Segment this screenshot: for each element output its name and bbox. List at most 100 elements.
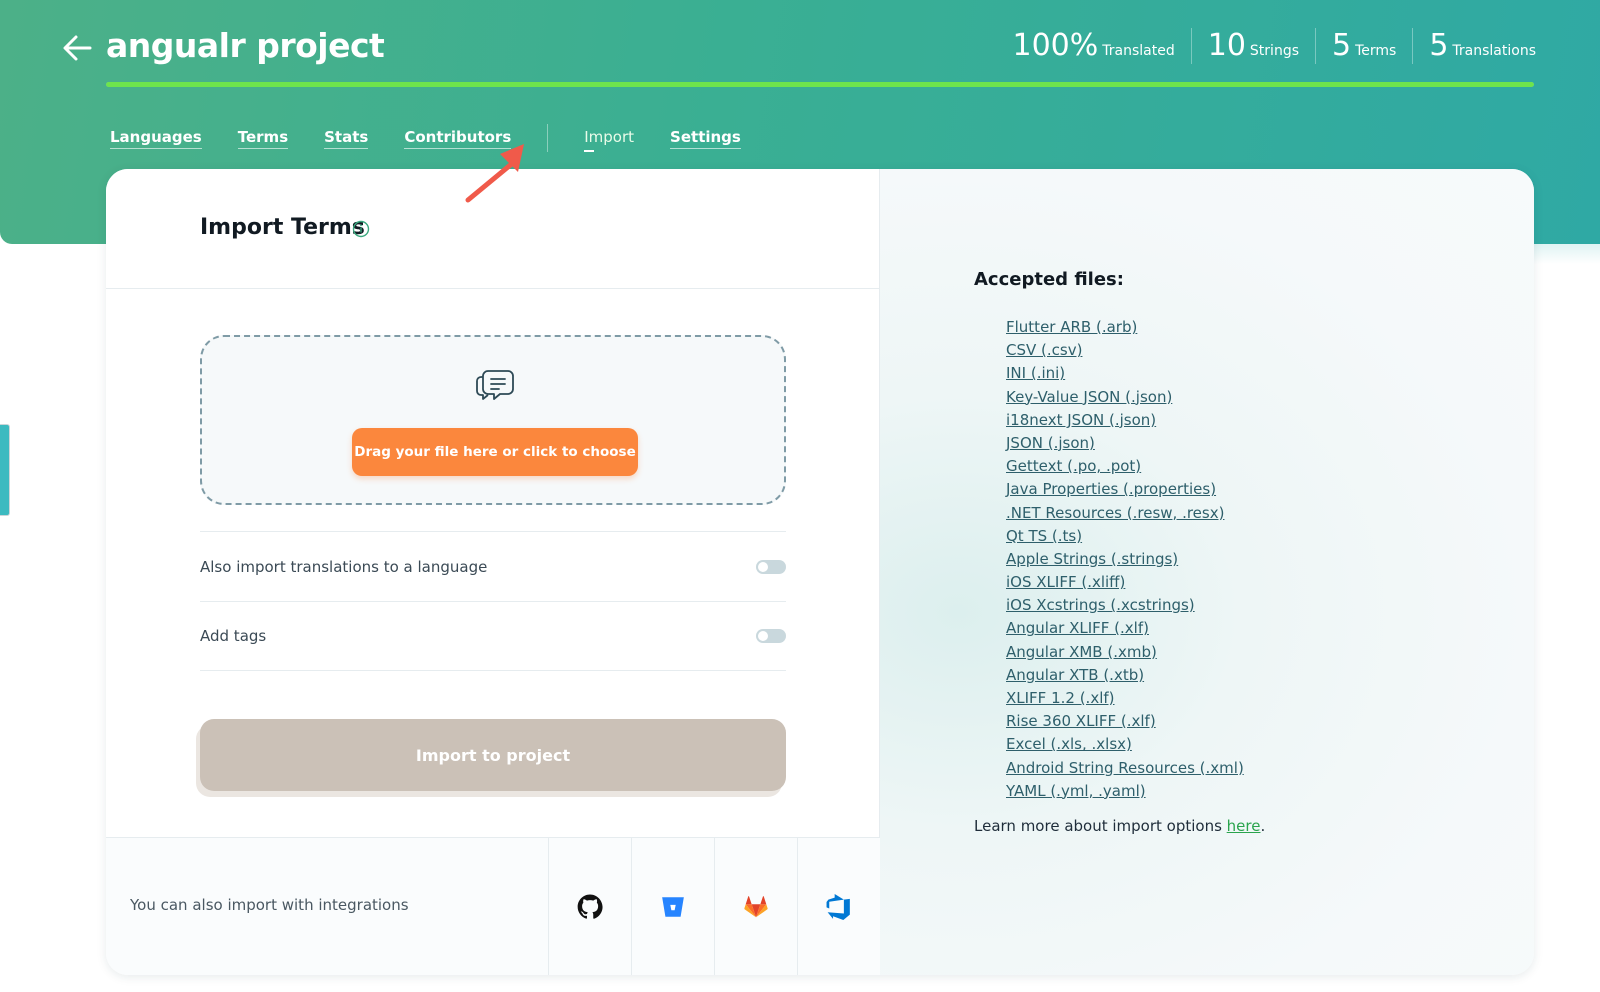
accepted-file-link[interactable]: Rise 360 XLIFF (.xlf)	[1006, 712, 1156, 730]
project-title: angualr project	[106, 26, 385, 65]
azure-devops-integration-button[interactable]	[797, 838, 880, 975]
tab-settings[interactable]: Settings	[670, 128, 741, 149]
file-dropzone[interactable]: Drag your file here or click to choose	[200, 335, 786, 505]
stat-value: 100%	[1012, 28, 1099, 63]
accepted-file-link[interactable]: Apple Strings (.strings)	[1006, 550, 1178, 568]
stat-value: 10	[1207, 28, 1246, 63]
info-icon[interactable]	[352, 220, 370, 238]
accepted-file-link[interactable]: Qt TS (.ts)	[1006, 527, 1082, 545]
accepted-file-link[interactable]: iOS Xcstrings (.xcstrings)	[1006, 596, 1195, 614]
stat-label: Strings	[1249, 43, 1299, 59]
stat-value: 5	[1332, 28, 1352, 63]
accepted-file-item: Excel (.xls, .xlsx)	[1006, 732, 1244, 755]
stat-terms: 5 Terms	[1315, 28, 1412, 64]
stat-label: Terms	[1355, 43, 1397, 59]
accepted-file-item: Qt TS (.ts)	[1006, 524, 1244, 547]
accepted-files-panel: Accepted files: Flutter ARB (.arb) CSV (.…	[880, 169, 1534, 975]
banner-strip	[1532, 244, 1600, 264]
stat-translations: 5 Translations	[1412, 28, 1536, 64]
stat-translated: 100% Translated	[996, 28, 1190, 64]
accepted-file-link[interactable]: YAML (.yml, .yaml)	[1006, 782, 1146, 800]
accepted-file-link[interactable]: Key-Value JSON (.json)	[1006, 388, 1172, 406]
accepted-file-item: .NET Resources (.resw, .resx)	[1006, 501, 1244, 524]
add-tags-toggle[interactable]	[756, 629, 786, 643]
translation-progress-bar	[106, 82, 1534, 87]
import-translations-toggle[interactable]	[756, 559, 786, 574]
accepted-file-link[interactable]: Java Properties (.properties)	[1006, 480, 1216, 498]
gitlab-icon	[744, 896, 768, 918]
tab-languages[interactable]: Languages	[110, 128, 202, 149]
accepted-file-item: Angular XTB (.xtb)	[1006, 663, 1244, 686]
accepted-file-link[interactable]: Flutter ARB (.arb)	[1006, 318, 1137, 336]
accepted-file-item: Angular XMB (.xmb)	[1006, 640, 1244, 663]
learn-more-text: Learn more about import options here.	[974, 817, 1265, 835]
accepted-file-item: Key-Value JSON (.json)	[1006, 385, 1244, 408]
option-row-translations: Also import translations to a language	[200, 531, 786, 601]
import-title: Import Terms	[200, 215, 365, 240]
accepted-file-item: JSON (.json)	[1006, 431, 1244, 454]
import-form-panel: Import Terms Drag your file here or clic…	[106, 169, 880, 975]
accepted-file-item: i18next JSON (.json)	[1006, 408, 1244, 431]
accepted-file-link[interactable]: Gettext (.po, .pot)	[1006, 457, 1141, 475]
accepted-file-link[interactable]: Excel (.xls, .xlsx)	[1006, 735, 1132, 753]
accepted-file-item: Flutter ARB (.arb)	[1006, 315, 1244, 338]
tab-terms[interactable]: Terms	[237, 128, 289, 149]
accepted-file-link[interactable]: iOS XLIFF (.xliff)	[1006, 573, 1125, 591]
tab-stats[interactable]: Stats	[324, 128, 369, 149]
github-integration-button[interactable]	[548, 838, 631, 975]
accepted-file-item: CSV (.csv)	[1006, 338, 1244, 361]
integrations-bar: You can also import with integrations	[106, 837, 880, 975]
accepted-file-item: Apple Strings (.strings)	[1006, 547, 1244, 570]
accepted-file-item: iOS XLIFF (.xliff)	[1006, 570, 1244, 593]
learn-more-suffix: .	[1260, 817, 1266, 835]
back-arrow-icon[interactable]	[60, 30, 96, 66]
accepted-file-link[interactable]: Angular XMB (.xmb)	[1006, 643, 1157, 661]
bitbucket-icon	[662, 897, 684, 917]
accepted-file-link[interactable]: INI (.ini)	[1006, 364, 1065, 382]
nav-divider	[547, 124, 549, 152]
accepted-file-item: INI (.ini)	[1006, 361, 1244, 384]
accepted-file-item: Gettext (.po, .pot)	[1006, 454, 1244, 477]
import-card: Import Terms Drag your file here or clic…	[106, 169, 1534, 975]
chat-document-icon	[476, 370, 514, 400]
project-nav: Languages Terms Stats Contributors Impor…	[110, 124, 777, 152]
accepted-file-link[interactable]: CSV (.csv)	[1006, 341, 1082, 359]
accepted-file-item: Java Properties (.properties)	[1006, 477, 1244, 500]
accepted-file-item: Angular XLIFF (.xlf)	[1006, 616, 1244, 639]
accepted-files-list: Flutter ARB (.arb) CSV (.csv) INI (.ini) Ke…	[1006, 315, 1244, 802]
accepted-file-link[interactable]: i18next JSON (.json)	[1006, 411, 1156, 429]
option-label: Add tags	[200, 627, 267, 645]
azure-devops-icon	[826, 894, 850, 920]
gitlab-integration-button[interactable]	[714, 838, 797, 975]
accepted-file-item: Android String Resources (.xml)	[1006, 756, 1244, 779]
option-row-tags: Add tags	[200, 601, 786, 671]
accepted-file-item: YAML (.yml, .yaml)	[1006, 779, 1244, 802]
side-feedback-tab[interactable]	[0, 424, 10, 516]
stat-strings: 10 Strings	[1190, 28, 1315, 64]
accepted-file-link[interactable]: XLIFF 1.2 (.xlf)	[1006, 689, 1115, 707]
choose-file-button[interactable]: Drag your file here or click to choose	[352, 428, 638, 476]
accepted-file-link[interactable]: JSON (.json)	[1006, 434, 1095, 452]
github-icon	[577, 894, 603, 919]
import-to-project-button[interactable]: Import to project	[200, 719, 786, 791]
learn-more-prefix: Learn more about import options	[974, 817, 1227, 835]
stat-label: Translations	[1452, 43, 1536, 59]
accepted-file-item: iOS Xcstrings (.xcstrings)	[1006, 593, 1244, 616]
progress-fill	[106, 82, 1534, 87]
accepted-file-item: XLIFF 1.2 (.xlf)	[1006, 686, 1244, 709]
stat-value: 5	[1429, 28, 1449, 63]
accepted-files-title: Accepted files:	[974, 269, 1124, 290]
accepted-file-link[interactable]: Android String Resources (.xml)	[1006, 759, 1244, 777]
project-stats: 100% Translated 10 Strings 5 Terms 5 Tra…	[996, 28, 1536, 64]
integrations-text: You can also import with integrations	[130, 896, 409, 914]
learn-more-link[interactable]: here	[1227, 817, 1261, 835]
accepted-file-link[interactable]: Angular XLIFF (.xlf)	[1006, 619, 1149, 637]
accepted-file-link[interactable]: Angular XTB (.xtb)	[1006, 666, 1144, 684]
option-label: Also import translations to a language	[200, 557, 488, 576]
tab-import[interactable]: Import	[584, 128, 634, 152]
stat-label: Translated	[1102, 43, 1175, 59]
bitbucket-integration-button[interactable]	[631, 838, 714, 975]
accepted-file-link[interactable]: .NET Resources (.resw, .resx)	[1006, 504, 1224, 522]
annotation-arrow-icon	[465, 144, 524, 203]
accepted-file-item: Rise 360 XLIFF (.xlf)	[1006, 709, 1244, 732]
